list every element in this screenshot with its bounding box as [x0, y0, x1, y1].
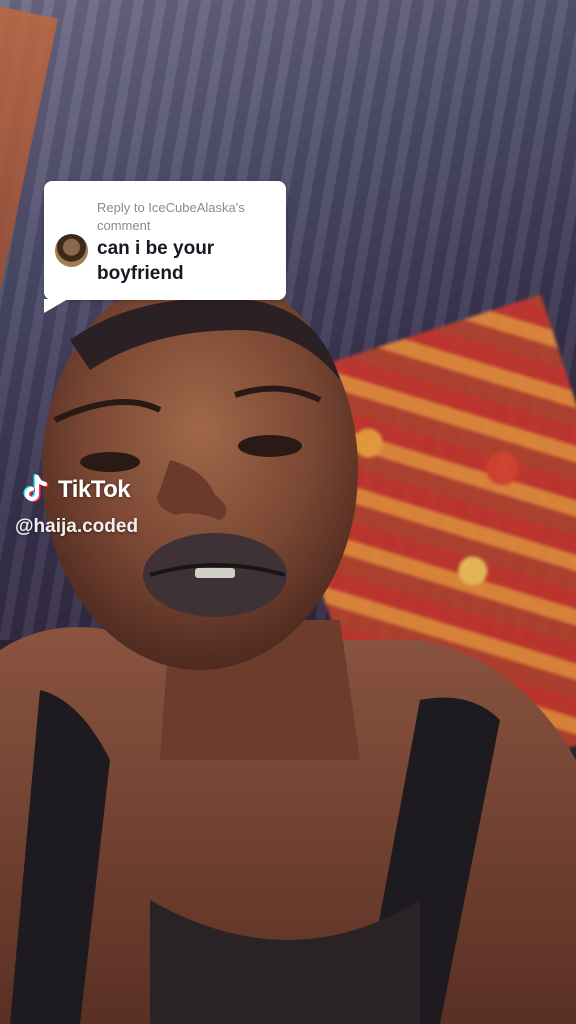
reply-card-tail	[44, 299, 68, 313]
comment-text: can i be your boyfriend	[97, 238, 215, 284]
creator-username: @haija.coded	[15, 516, 139, 537]
reply-to-label: Reply to IceCubeAlaska's comment	[97, 200, 245, 233]
video-frame	[0, 0, 576, 1024]
person-illustration	[0, 270, 576, 1024]
commenter-avatar	[55, 234, 88, 267]
tiktok-note-icon	[23, 474, 49, 502]
tiktok-brand-text: TikTok	[58, 476, 131, 503]
tiktok-watermark: TikTok	[18, 472, 131, 508]
